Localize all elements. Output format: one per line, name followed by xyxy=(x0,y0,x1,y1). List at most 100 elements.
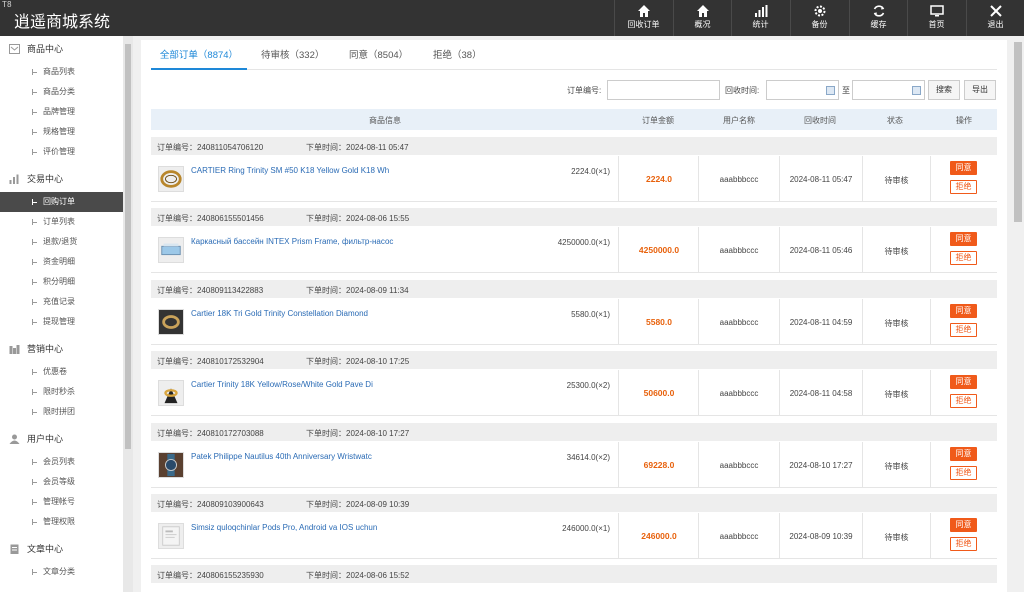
sidebar-scrollbar-thumb[interactable] xyxy=(125,44,131,449)
agree-button[interactable]: 同意 xyxy=(950,446,977,461)
order-time: 下单时间：2024-08-11 05:47 xyxy=(306,142,409,153)
product-name-link[interactable]: Patek Philippe Nautilus 40th Anniversary… xyxy=(191,452,372,461)
calendar-icon[interactable] xyxy=(826,86,835,95)
agree-button[interactable]: 同意 xyxy=(950,303,977,318)
sidebar-item-refunds[interactable]: 退款/退货 xyxy=(0,232,123,252)
sidebar-section-marketing[interactable]: 营销中心 xyxy=(0,336,123,362)
product-thumbnail[interactable] xyxy=(158,237,184,264)
sidebar-item-buyback-orders[interactable]: 回购订单 xyxy=(0,192,123,212)
statistics-button[interactable]: 统计 xyxy=(731,0,789,36)
tab-pending[interactable]: 待审核（332） xyxy=(261,44,324,70)
sidebar-item-order-list[interactable]: 订单列表 xyxy=(0,212,123,232)
order-number-prefix: 订单编号： xyxy=(157,500,197,509)
agree-button[interactable]: 同意 xyxy=(950,375,977,390)
order-time: 下单时间：2024-08-10 17:25 xyxy=(306,356,409,367)
order-row: Patek Philippe Nautilus 40th Anniversary… xyxy=(151,441,997,488)
order-number: 订单编号：240811054706120 xyxy=(157,142,263,153)
calendar-icon[interactable] xyxy=(912,86,921,95)
recycle-order-label: 回收订单 xyxy=(627,20,660,29)
sidebar-item-admin-accounts[interactable]: 管理帐号 xyxy=(0,492,123,512)
recycle-time: 2024-08-11 05:46 xyxy=(789,246,853,256)
order-time: 下单时间：2024-08-06 15:52 xyxy=(306,570,409,581)
reject-button[interactable]: 拒绝 xyxy=(950,251,977,266)
tab-approved[interactable]: 同意（8504） xyxy=(349,44,408,70)
start-date-input[interactable] xyxy=(766,80,839,100)
sidebar-item-brand[interactable]: 品牌管理 xyxy=(0,102,123,122)
order-number-prefix: 订单编号： xyxy=(157,428,197,438)
tab-rejected[interactable]: 拒绝（38） xyxy=(433,44,482,70)
sidebar-item-funds[interactable]: 资金明细 xyxy=(0,252,123,272)
order-row: Simsiz quloqchinlar Pods Pro, Android va… xyxy=(151,513,997,559)
unit-price: 5580.0(×1) xyxy=(571,309,610,319)
agree-button[interactable]: 同意 xyxy=(950,232,977,247)
product-name-link[interactable]: Cartier Trinity 18K Yellow/Rose/White Go… xyxy=(191,380,373,389)
product-name-link[interactable]: Каркасный бассейн INTEX Prism Frame, фил… xyxy=(191,237,393,246)
sidebar-section-products[interactable]: 商品中心 xyxy=(0,36,123,62)
header-order-amount: 订单金额 xyxy=(642,116,674,125)
sidebar-section-users[interactable]: 用户中心 xyxy=(0,426,123,452)
cache-button[interactable]: 缓存 xyxy=(849,0,907,36)
reject-button[interactable]: 拒绝 xyxy=(950,537,977,551)
user-name: aaabbbccc xyxy=(719,317,759,327)
product-name-link[interactable]: CARTIER Ring Trinity SM #50 K18 Yellow G… xyxy=(191,166,389,175)
order-time: 下单时间：2024-08-06 15:55 xyxy=(306,213,409,224)
unit-price: 4250000.0(×1) xyxy=(557,238,610,248)
header-product-info: 商品信息 xyxy=(369,116,401,125)
logout-button[interactable]: 退出 xyxy=(966,0,1024,36)
sidebar-section-articles[interactable]: 文章中心 xyxy=(0,536,123,562)
product-name-link[interactable]: Simsiz quloqchinlar Pods Pro, Android va… xyxy=(191,523,377,532)
unit-price: 34614.0(×2) xyxy=(566,452,610,462)
product-name-link[interactable]: Cartier 18K Tri Gold Trinity Constellati… xyxy=(191,309,368,318)
sidebar-item-product-list[interactable]: 商品列表 xyxy=(0,62,123,82)
sidebar-item-points[interactable]: 积分明细 xyxy=(0,272,123,292)
product-thumbnail[interactable] xyxy=(158,451,184,478)
page-scrollbar-thumb[interactable] xyxy=(1014,42,1022,222)
sidebar-item-withdraw[interactable]: 提现管理 xyxy=(0,312,123,332)
overview-button[interactable]: 概况 xyxy=(673,0,731,36)
sidebar-item-admin-permissions[interactable]: 管理权限 xyxy=(0,512,123,532)
product-thumbnail[interactable] xyxy=(158,380,184,407)
order-number-value: 240809113422883 xyxy=(197,285,264,295)
recycle-order-button[interactable]: 回收订单 xyxy=(614,0,672,36)
export-button[interactable]: 导出 xyxy=(964,80,996,100)
reject-button[interactable]: 拒绝 xyxy=(950,465,977,480)
order-header: 订单编号：240809113422883 下单时间：2024-08-09 11:3… xyxy=(151,279,997,298)
sidebar-item-review[interactable]: 评价管理 xyxy=(0,142,123,162)
end-date-input[interactable] xyxy=(852,80,925,100)
order-no-input[interactable] xyxy=(607,80,720,100)
sidebar-item-coupons[interactable]: 优惠卷 xyxy=(0,362,123,382)
reject-button[interactable]: 拒绝 xyxy=(950,180,977,194)
sidebar-item-member-levels[interactable]: 会员等级 xyxy=(0,472,123,492)
agree-button[interactable]: 同意 xyxy=(950,518,977,532)
order-no-label: 订单编号: xyxy=(567,86,602,95)
reject-button[interactable]: 拒绝 xyxy=(950,322,977,337)
order-time-prefix: 下单时间： xyxy=(306,428,346,438)
product-thumbnail[interactable] xyxy=(158,166,184,192)
sidebar-item-flash-sale[interactable]: 限时秒杀 xyxy=(0,382,123,402)
sidebar-item-group-buy[interactable]: 限时拼团 xyxy=(0,402,123,422)
sidebar-section-trade[interactable]: 交易中心 xyxy=(0,166,123,192)
order-number: 订单编号：240809103900643 xyxy=(157,499,264,510)
sidebar-item-product-category[interactable]: 商品分类 xyxy=(0,82,123,102)
page-scrollbar[interactable] xyxy=(1012,36,1024,592)
sidebar-item-article-category[interactable]: 文章分类 xyxy=(0,562,123,582)
tab-all-orders[interactable]: 全部订单（8874） xyxy=(151,44,247,70)
ring-icon xyxy=(159,309,183,334)
home-icon xyxy=(696,5,709,17)
backup-button[interactable]: 备份 xyxy=(790,0,848,36)
order-header: 订单编号：240810172703088 下单时间：2024-08-10 17:2… xyxy=(151,422,997,441)
overview-label: 概况 xyxy=(694,20,711,29)
product-thumbnail[interactable] xyxy=(158,523,184,549)
sidebar-item-spec[interactable]: 规格管理 xyxy=(0,122,123,142)
sidebar-item-members[interactable]: 会员列表 xyxy=(0,452,123,472)
sidebar-item-recharge[interactable]: 充值记录 xyxy=(0,292,123,312)
sidebar-scrollbar[interactable] xyxy=(123,36,133,592)
order-number-value: 240810172703088 xyxy=(197,428,264,438)
agree-button[interactable]: 同意 xyxy=(950,161,977,175)
home-page-button[interactable]: 首页 xyxy=(907,0,965,36)
reject-button[interactable]: 拒绝 xyxy=(950,394,977,409)
cache-label: 缓存 xyxy=(870,20,887,29)
order-time-value: 2024-08-10 17:27 xyxy=(346,428,410,438)
product-thumbnail[interactable] xyxy=(158,308,184,335)
search-button[interactable]: 搜索 xyxy=(928,80,960,100)
